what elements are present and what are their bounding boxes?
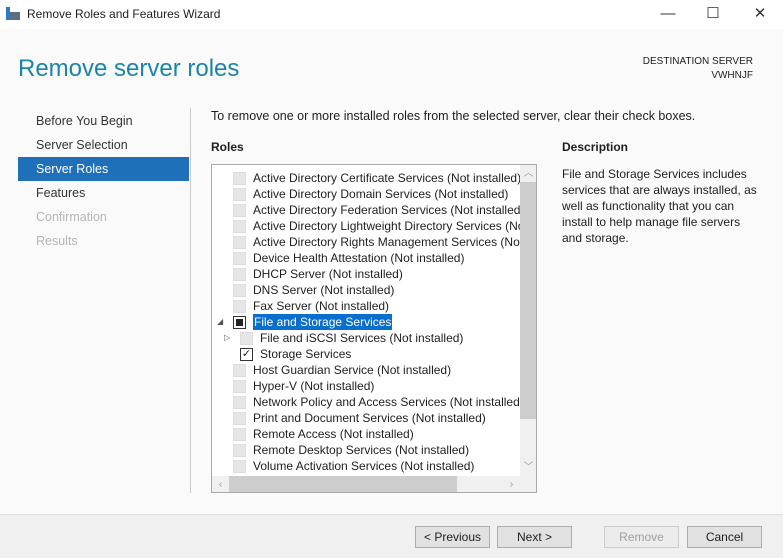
role-label[interactable]: File and iSCSI Services (Not installed) (260, 330, 463, 346)
maximize-button[interactable]: ☐ (690, 0, 736, 29)
role-item[interactable]: Active Directory Federation Services (No… (212, 202, 520, 218)
close-button[interactable]: ✕ (737, 0, 783, 29)
role-item[interactable]: Hyper-V (Not installed) (212, 378, 520, 394)
role-label[interactable]: Active Directory Domain Services (Not in… (253, 186, 508, 202)
role-item[interactable]: ▷ File and iSCSI Services (Not installed) (212, 330, 520, 346)
role-item[interactable]: Device Health Attestation (Not installed… (212, 250, 520, 266)
role-label[interactable]: Hyper-V (Not installed) (253, 378, 374, 394)
destination-label: DESTINATION SERVER (642, 56, 753, 67)
role-label[interactable]: File and Storage Services (253, 314, 393, 330)
page-title: Remove server roles (18, 55, 240, 82)
sidebar-item-confirmation: Confirmation (36, 210, 107, 224)
roles-tree[interactable]: Active Directory Certificate Services (N… (211, 164, 537, 493)
role-checkbox (233, 300, 246, 313)
wizard-app-icon (6, 7, 20, 20)
role-checkbox (233, 220, 246, 233)
scroll-up-icon[interactable]: ︿ (520, 165, 536, 182)
role-item[interactable]: Remote Access (Not installed) (212, 426, 520, 442)
sidebar-item-server-selection[interactable]: Server Selection (18, 133, 189, 157)
vertical-scroll-thumb[interactable] (520, 182, 536, 419)
role-item[interactable]: Host Guardian Service (Not installed) (212, 362, 520, 378)
roles-heading: Roles (211, 140, 244, 154)
minimize-button[interactable]: — (645, 0, 691, 29)
role-checkbox (233, 236, 246, 249)
role-item[interactable]: Fax Server (Not installed) (212, 298, 520, 314)
sidebar-item-before-you-begin[interactable]: Before You Begin (18, 109, 189, 133)
role-label[interactable]: Storage Services (260, 346, 351, 362)
horizontal-scrollbar[interactable]: ‹ › (212, 476, 520, 492)
role-label[interactable]: Fax Server (Not installed) (253, 298, 389, 314)
role-checkbox (233, 252, 246, 265)
collapse-arrow-icon[interactable]: ◢ (217, 314, 223, 330)
role-item[interactable]: DNS Server (Not installed) (212, 282, 520, 298)
role-checkbox (233, 412, 246, 425)
role-checkbox (233, 380, 246, 393)
next-button[interactable]: Next > (497, 526, 572, 548)
role-label[interactable]: Active Directory Lightweight Directory S… (253, 218, 520, 234)
role-checkbox (240, 332, 253, 345)
role-label[interactable]: Remote Access (Not installed) (253, 426, 414, 442)
expand-arrow-icon[interactable]: ▷ (224, 330, 230, 346)
footer-bar: < Previous Next > Remove Cancel (0, 514, 783, 558)
role-checkbox (233, 188, 246, 201)
window-title: Remove Roles and Features Wizard (27, 7, 221, 21)
scroll-right-icon[interactable]: › (503, 476, 520, 492)
role-item[interactable]: Active Directory Certificate Services (N… (212, 170, 520, 186)
role-checkbox (233, 428, 246, 441)
role-item[interactable]: ◢ File and Storage Services (212, 314, 520, 330)
role-checkbox[interactable]: ✓ (240, 348, 253, 361)
role-item[interactable]: Remote Desktop Services (Not installed) (212, 442, 520, 458)
role-label[interactable]: Remote Desktop Services (Not installed) (253, 442, 469, 458)
role-item[interactable]: ✓ Storage Services (212, 346, 520, 362)
role-label[interactable]: Network Policy and Access Services (Not … (253, 394, 520, 410)
role-item[interactable]: Active Directory Rights Management Servi… (212, 234, 520, 250)
divider (190, 108, 191, 493)
destination-name: VWHNJF (711, 70, 753, 81)
role-label[interactable]: Volume Activation Services (Not installe… (253, 458, 474, 474)
sidebar-item-results: Results (36, 234, 78, 248)
remove-button[interactable]: Remove (604, 526, 679, 548)
role-checkbox (233, 284, 246, 297)
description-text: File and Storage Services includes servi… (562, 167, 757, 245)
description-heading: Description (562, 140, 629, 154)
scroll-left-icon[interactable]: ‹ (212, 476, 229, 492)
role-checkbox (233, 460, 246, 473)
role-item[interactable]: Active Directory Domain Services (Not in… (212, 186, 520, 202)
scroll-down-icon[interactable]: ﹀ (520, 459, 536, 476)
role-checkbox (233, 268, 246, 281)
wizard-steps: Before You Begin Server Selection Server R… (18, 109, 189, 253)
role-label[interactable]: Active Directory Rights Management Servi… (253, 234, 520, 250)
role-checkbox (233, 172, 246, 185)
role-label[interactable]: Active Directory Federation Services (No… (253, 202, 520, 218)
role-checkbox (233, 396, 246, 409)
destination-server: DESTINATION SERVER VWHNJF (643, 55, 753, 83)
role-checkbox (233, 364, 246, 377)
role-item[interactable]: Volume Activation Services (Not installe… (212, 458, 520, 474)
role-label[interactable]: Print and Document Services (Not install… (253, 410, 486, 426)
sidebar-item-features[interactable]: Features (18, 181, 189, 205)
intro-text: To remove one or more installed roles fr… (211, 109, 696, 123)
previous-button[interactable]: < Previous (415, 526, 490, 548)
role-label[interactable]: DNS Server (Not installed) (253, 282, 394, 298)
role-checkbox[interactable] (233, 316, 246, 329)
role-item[interactable]: DHCP Server (Not installed) (212, 266, 520, 282)
role-label[interactable]: Device Health Attestation (Not installed… (253, 250, 464, 266)
title-bar: Remove Roles and Features Wizard — ☐ ✕ (0, 0, 783, 29)
cancel-button[interactable]: Cancel (687, 526, 762, 548)
vertical-scrollbar[interactable]: ︿ ﹀ (520, 165, 536, 476)
role-item[interactable]: Network Policy and Access Services (Not … (212, 394, 520, 410)
scroll-corner (520, 476, 536, 492)
role-label[interactable]: Active Directory Certificate Services (N… (253, 170, 520, 186)
role-label[interactable]: DHCP Server (Not installed) (253, 266, 403, 282)
role-item[interactable]: Print and Document Services (Not install… (212, 410, 520, 426)
role-label[interactable]: Host Guardian Service (Not installed) (253, 362, 451, 378)
sidebar-item-server-roles[interactable]: Server Roles (18, 157, 189, 181)
horizontal-scroll-thumb[interactable] (229, 476, 457, 492)
role-item[interactable]: Active Directory Lightweight Directory S… (212, 218, 520, 234)
role-checkbox (233, 444, 246, 457)
role-checkbox (233, 204, 246, 217)
